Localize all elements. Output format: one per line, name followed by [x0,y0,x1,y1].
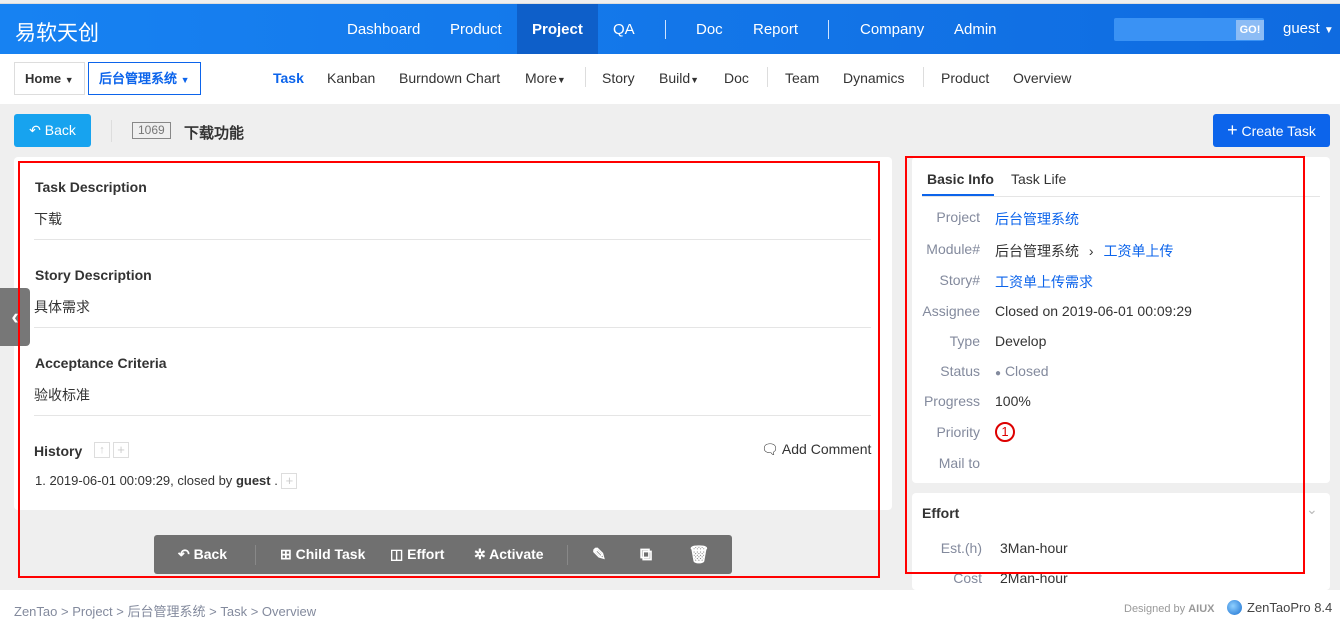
nav-dashboard[interactable]: Dashboard [332,4,435,55]
version-text[interactable]: ZenTaoPro 8.4 [1247,600,1332,615]
home-dropdown[interactable]: Home ▼ [14,62,85,95]
user-menu[interactable]: guest ▼ [1283,20,1334,37]
subnav-task[interactable]: Task [273,70,304,86]
subnav-team[interactable]: Team [785,70,819,86]
chevron-down-icon[interactable]: ⌄ [1306,501,1318,518]
nav-product[interactable]: Product [435,4,517,55]
create-task-label: Create Task [1241,123,1316,139]
nav-divider [665,20,666,39]
footer-breadcrumb: ZenTao > Project > 后台管理系统 > Task > Overv… [14,604,317,619]
divider [585,67,586,87]
back-button[interactable]: ↶ Back [14,114,91,147]
crumb-project[interactable]: Project [72,604,112,619]
back-label: Back [44,122,76,138]
nav-company[interactable]: Company [845,4,939,55]
subnav-more[interactable]: More▼ [525,70,566,86]
subnav-story[interactable]: Story [602,70,635,86]
nav-project[interactable]: Project [517,4,598,55]
nav-admin[interactable]: Admin [939,4,1012,55]
logo[interactable]: 易软天创 [15,17,99,47]
designed-by: Designed by AIUX [1124,603,1215,615]
subnav-product[interactable]: Product [941,70,989,86]
subnav-dynamics[interactable]: Dynamics [843,70,904,86]
aiux-text[interactable]: AIUX [1188,603,1214,615]
subnav-burndown[interactable]: Burndown Chart [399,70,500,86]
undo-icon: ↶ [29,122,41,138]
highlight-box [18,161,880,578]
caret-down-icon: ▼ [180,75,190,85]
search-go-button[interactable]: GO! [1236,20,1264,40]
task-id-badge: 1069 [132,122,171,139]
crumb-overview: Overview [261,604,317,619]
home-label: Home [25,71,62,86]
zentao-logo-icon [1227,600,1242,615]
crumb-zentao[interactable]: ZenTao [14,604,57,619]
footer: ZenTao > Project > 后台管理系统 > Task > Overv… [0,590,1340,627]
nav-divider [828,20,829,39]
caret-down-icon: ▼ [690,75,700,85]
subnav-kanban[interactable]: Kanban [327,70,375,86]
divider [767,67,768,87]
nav-doc[interactable]: Doc [681,4,738,55]
username: guest [1283,20,1320,37]
caret-down-icon: ▼ [64,75,74,85]
caret-down-icon: ▼ [1323,25,1334,36]
divider [923,67,924,87]
sub-navbar: Home ▼ 后台管理系统 ▼ Task Kanban Burndown Cha… [0,54,1340,104]
designed-by-text: Designed by [1124,603,1186,615]
subnav-overview[interactable]: Overview [1013,70,1071,86]
nav-qa[interactable]: QA [598,4,650,55]
page-title: 下载功能 [184,125,245,142]
plus-icon: + [1227,120,1238,140]
project-dropdown[interactable]: 后台管理系统 ▼ [88,62,201,95]
caret-down-icon: ▼ [556,75,566,85]
create-task-button[interactable]: + Create Task [1213,114,1330,147]
crumb-project-name[interactable]: 后台管理系统 [128,604,206,619]
project-label: 后台管理系统 [99,71,178,86]
subnav-doc[interactable]: Doc [724,70,749,86]
highlight-box [905,156,1305,574]
more-label: More [525,70,557,86]
build-label: Build [659,70,691,86]
divider [111,120,112,142]
nav-report[interactable]: Report [738,4,813,55]
top-navbar: 易软天创 Dashboard Product Project QA Doc Re… [0,3,1340,55]
crumb-task[interactable]: Task [220,604,247,619]
subnav-build[interactable]: Build▼ [659,70,699,86]
